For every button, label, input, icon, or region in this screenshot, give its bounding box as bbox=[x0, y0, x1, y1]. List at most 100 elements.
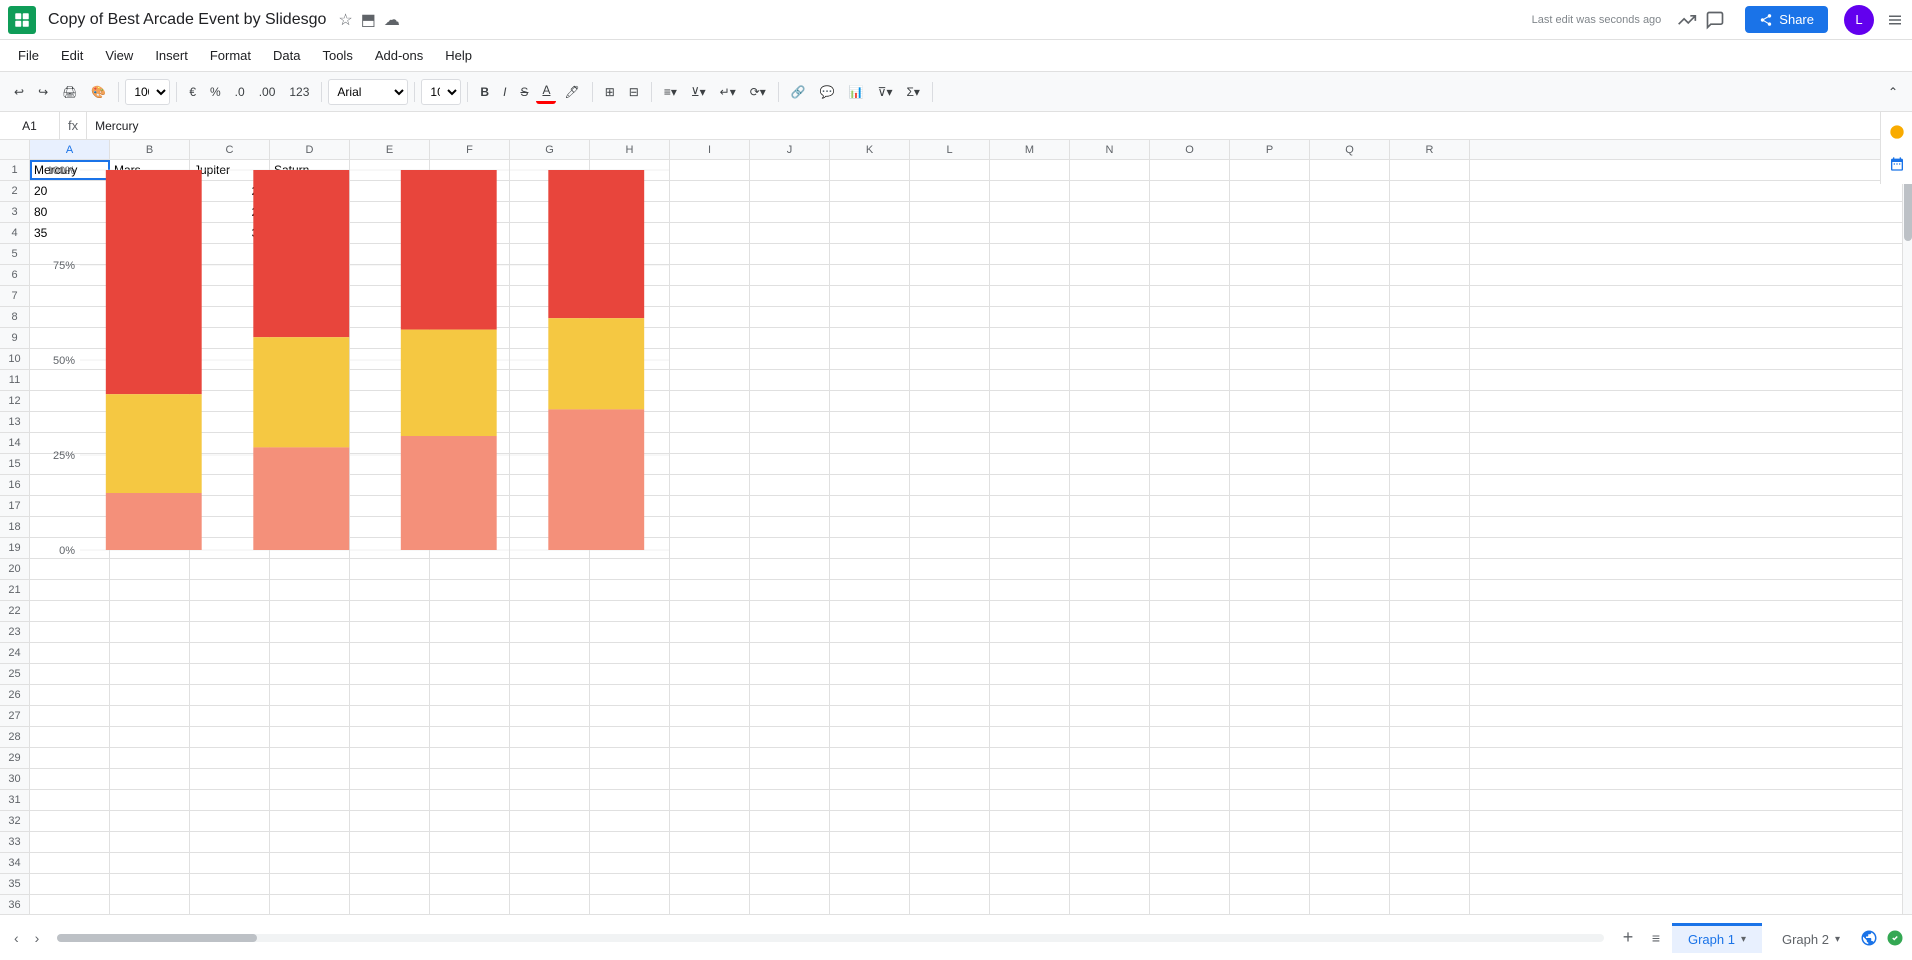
cell[interactable] bbox=[1150, 874, 1230, 894]
trending-icon[interactable] bbox=[1677, 10, 1697, 30]
cell[interactable] bbox=[830, 727, 910, 747]
cell[interactable] bbox=[190, 622, 270, 642]
cell[interactable] bbox=[1390, 832, 1470, 852]
cell[interactable] bbox=[30, 517, 110, 537]
cell[interactable] bbox=[350, 622, 430, 642]
cell[interactable] bbox=[1230, 769, 1310, 789]
print-button[interactable]: 🖨 bbox=[56, 81, 83, 103]
cell[interactable] bbox=[750, 244, 830, 264]
cell[interactable] bbox=[1310, 265, 1390, 285]
cell[interactable] bbox=[1150, 433, 1230, 453]
format-paint-button[interactable]: 🎨 bbox=[85, 81, 112, 103]
cell[interactable] bbox=[1310, 349, 1390, 369]
cell[interactable] bbox=[1230, 349, 1310, 369]
cell[interactable] bbox=[670, 328, 750, 348]
cell[interactable] bbox=[190, 580, 270, 600]
cell[interactable] bbox=[590, 811, 670, 831]
cell[interactable] bbox=[1070, 685, 1150, 705]
cell[interactable] bbox=[1310, 580, 1390, 600]
cell[interactable] bbox=[1390, 328, 1470, 348]
cell[interactable] bbox=[1390, 727, 1470, 747]
link-button[interactable]: 🔗 bbox=[785, 81, 812, 103]
cell[interactable] bbox=[910, 244, 990, 264]
cell[interactable] bbox=[270, 685, 350, 705]
cell[interactable] bbox=[670, 454, 750, 474]
cell[interactable] bbox=[1310, 496, 1390, 516]
cell[interactable] bbox=[510, 202, 590, 222]
cell[interactable] bbox=[510, 769, 590, 789]
cell[interactable] bbox=[990, 622, 1070, 642]
cell[interactable] bbox=[910, 370, 990, 390]
cell[interactable] bbox=[350, 538, 430, 558]
cell[interactable] bbox=[1390, 706, 1470, 726]
comment-button[interactable]: 💬 bbox=[814, 81, 841, 103]
cell[interactable] bbox=[350, 286, 430, 306]
strikethrough-button[interactable]: S bbox=[514, 81, 534, 103]
cell[interactable] bbox=[590, 601, 670, 621]
cell[interactable] bbox=[350, 748, 430, 768]
cell[interactable] bbox=[270, 475, 350, 495]
cell[interactable] bbox=[1230, 370, 1310, 390]
cell[interactable] bbox=[910, 307, 990, 327]
cell[interactable] bbox=[590, 244, 670, 264]
cell[interactable] bbox=[990, 706, 1070, 726]
col-header-j[interactable]: J bbox=[750, 140, 830, 159]
cell[interactable] bbox=[910, 223, 990, 243]
cell[interactable] bbox=[910, 811, 990, 831]
cell[interactable] bbox=[270, 601, 350, 621]
cell[interactable] bbox=[110, 790, 190, 810]
menu-help[interactable]: Help bbox=[435, 44, 482, 67]
cell[interactable]: 35 bbox=[190, 223, 270, 243]
cell[interactable] bbox=[910, 790, 990, 810]
cell[interactable] bbox=[30, 475, 110, 495]
cell[interactable] bbox=[430, 832, 510, 852]
cell[interactable] bbox=[590, 391, 670, 411]
col-header-m[interactable]: M bbox=[990, 140, 1070, 159]
cell[interactable] bbox=[30, 307, 110, 327]
cell[interactable] bbox=[1310, 769, 1390, 789]
cell[interactable] bbox=[990, 307, 1070, 327]
cell[interactable] bbox=[1150, 202, 1230, 222]
cell[interactable] bbox=[270, 307, 350, 327]
cell[interactable] bbox=[190, 706, 270, 726]
cell[interactable] bbox=[670, 559, 750, 579]
cell[interactable] bbox=[750, 475, 830, 495]
cell[interactable] bbox=[1390, 181, 1470, 201]
cell[interactable] bbox=[350, 307, 430, 327]
cell[interactable] bbox=[1070, 265, 1150, 285]
cell[interactable] bbox=[1230, 685, 1310, 705]
cell[interactable] bbox=[1150, 244, 1230, 264]
cell[interactable] bbox=[510, 706, 590, 726]
col-header-g[interactable]: G bbox=[510, 140, 590, 159]
cell[interactable] bbox=[990, 727, 1070, 747]
cell[interactable] bbox=[830, 454, 910, 474]
cell[interactable] bbox=[190, 538, 270, 558]
valign-button[interactable]: ⊻▾ bbox=[685, 81, 712, 103]
cell[interactable] bbox=[670, 286, 750, 306]
cell[interactable] bbox=[750, 202, 830, 222]
cell[interactable] bbox=[990, 454, 1070, 474]
cell[interactable] bbox=[990, 223, 1070, 243]
col-header-b[interactable]: B bbox=[110, 140, 190, 159]
cell[interactable] bbox=[270, 433, 350, 453]
cell[interactable] bbox=[350, 202, 430, 222]
cell[interactable] bbox=[670, 874, 750, 894]
cell[interactable] bbox=[750, 265, 830, 285]
menu-format[interactable]: Format bbox=[200, 44, 261, 67]
cell[interactable] bbox=[430, 286, 510, 306]
cell[interactable] bbox=[190, 832, 270, 852]
app-icon[interactable] bbox=[8, 6, 36, 34]
text-color-button[interactable]: A bbox=[536, 79, 556, 104]
cell[interactable]: 20 bbox=[30, 181, 110, 201]
cell[interactable] bbox=[30, 265, 110, 285]
grid-body[interactable]: 1MercuryMarsJupiterSaturn220402047380602… bbox=[0, 160, 1912, 914]
cell[interactable] bbox=[670, 811, 750, 831]
cell[interactable] bbox=[510, 811, 590, 831]
cell[interactable] bbox=[830, 538, 910, 558]
cell[interactable] bbox=[1310, 643, 1390, 663]
cell[interactable] bbox=[510, 286, 590, 306]
cell[interactable] bbox=[1230, 643, 1310, 663]
cell[interactable] bbox=[590, 202, 670, 222]
cell[interactable] bbox=[1310, 454, 1390, 474]
cell[interactable] bbox=[1230, 517, 1310, 537]
